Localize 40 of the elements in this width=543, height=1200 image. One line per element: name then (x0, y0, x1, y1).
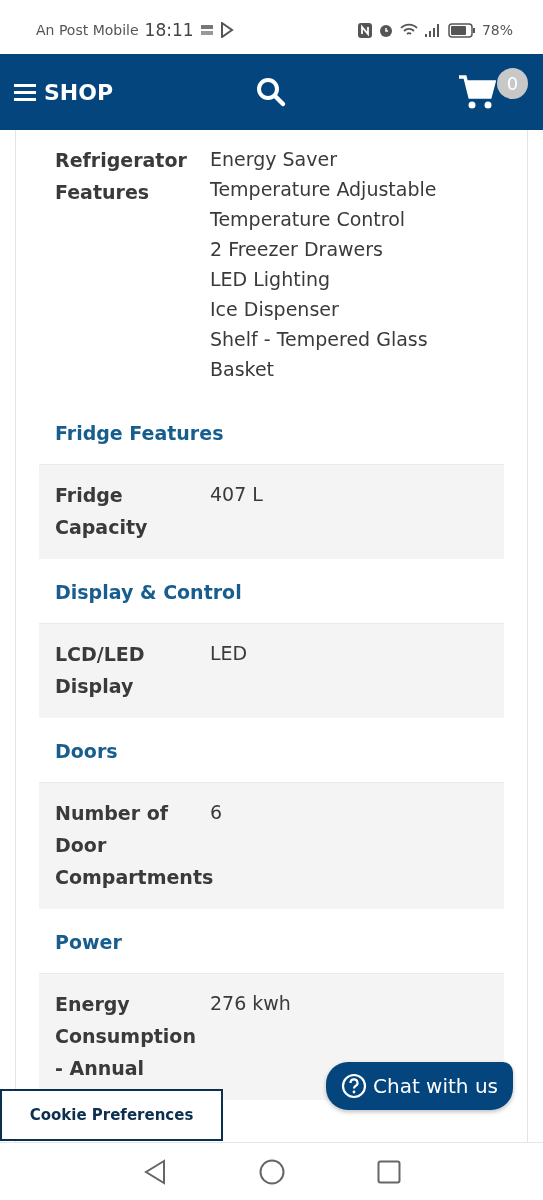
status-time: 18:11 (144, 20, 194, 40)
play-icon (219, 22, 234, 38)
spec-label: Fridge Capacity (55, 483, 149, 540)
carrier-name: An Post Mobile (36, 22, 139, 38)
spec-label: LCD/LED Display (55, 642, 146, 699)
spec-value: Ice Dispenser (210, 297, 340, 322)
section-heading: Display & Control (54, 580, 243, 605)
spec-value: Energy Saver (210, 147, 338, 172)
spec-value: 276 kwh (210, 991, 291, 1016)
spec-value: 6 (210, 800, 223, 825)
spec-value: Basket (210, 357, 276, 382)
wifi-icon (399, 23, 418, 37)
spec-label: Refrigerator Features (55, 148, 188, 205)
notification-icon (199, 24, 214, 36)
spec-value: Temperature Adjustable (210, 177, 437, 202)
spec-value: Shelf - Tempered Glass (210, 327, 429, 352)
spec-value: LED (210, 641, 248, 666)
section-heading: Fridge Features (54, 421, 225, 446)
spec-value: 2 Freezer Drawers (210, 237, 384, 262)
search-button[interactable] (255, 76, 287, 108)
spec-value: 407 L (210, 482, 263, 507)
cart-button[interactable] (458, 74, 496, 110)
help-icon (341, 1073, 367, 1099)
shop-menu-button[interactable]: SHOP (14, 79, 114, 105)
back-button[interactable] (142, 1158, 167, 1185)
battery-icon (447, 22, 476, 38)
menu-icon (14, 83, 36, 101)
battery-level: 78% (481, 22, 513, 38)
nfc-icon (357, 22, 372, 38)
signal-icon (423, 23, 442, 37)
spec-value: LED Lighting (210, 267, 332, 292)
section-heading: Doors (54, 739, 119, 764)
recents-button[interactable] (376, 1159, 401, 1184)
alarm-icon (377, 22, 394, 38)
spec-value: Temperature Control (210, 207, 407, 232)
home-button[interactable] (258, 1158, 285, 1185)
section-heading: Power (54, 930, 123, 955)
chat-button[interactable]: Chat with us (326, 1062, 513, 1110)
spec-label: Energy Consumption - Annual (55, 992, 197, 1081)
cookie-preferences-button[interactable]: Cookie Preferences (0, 1089, 223, 1141)
